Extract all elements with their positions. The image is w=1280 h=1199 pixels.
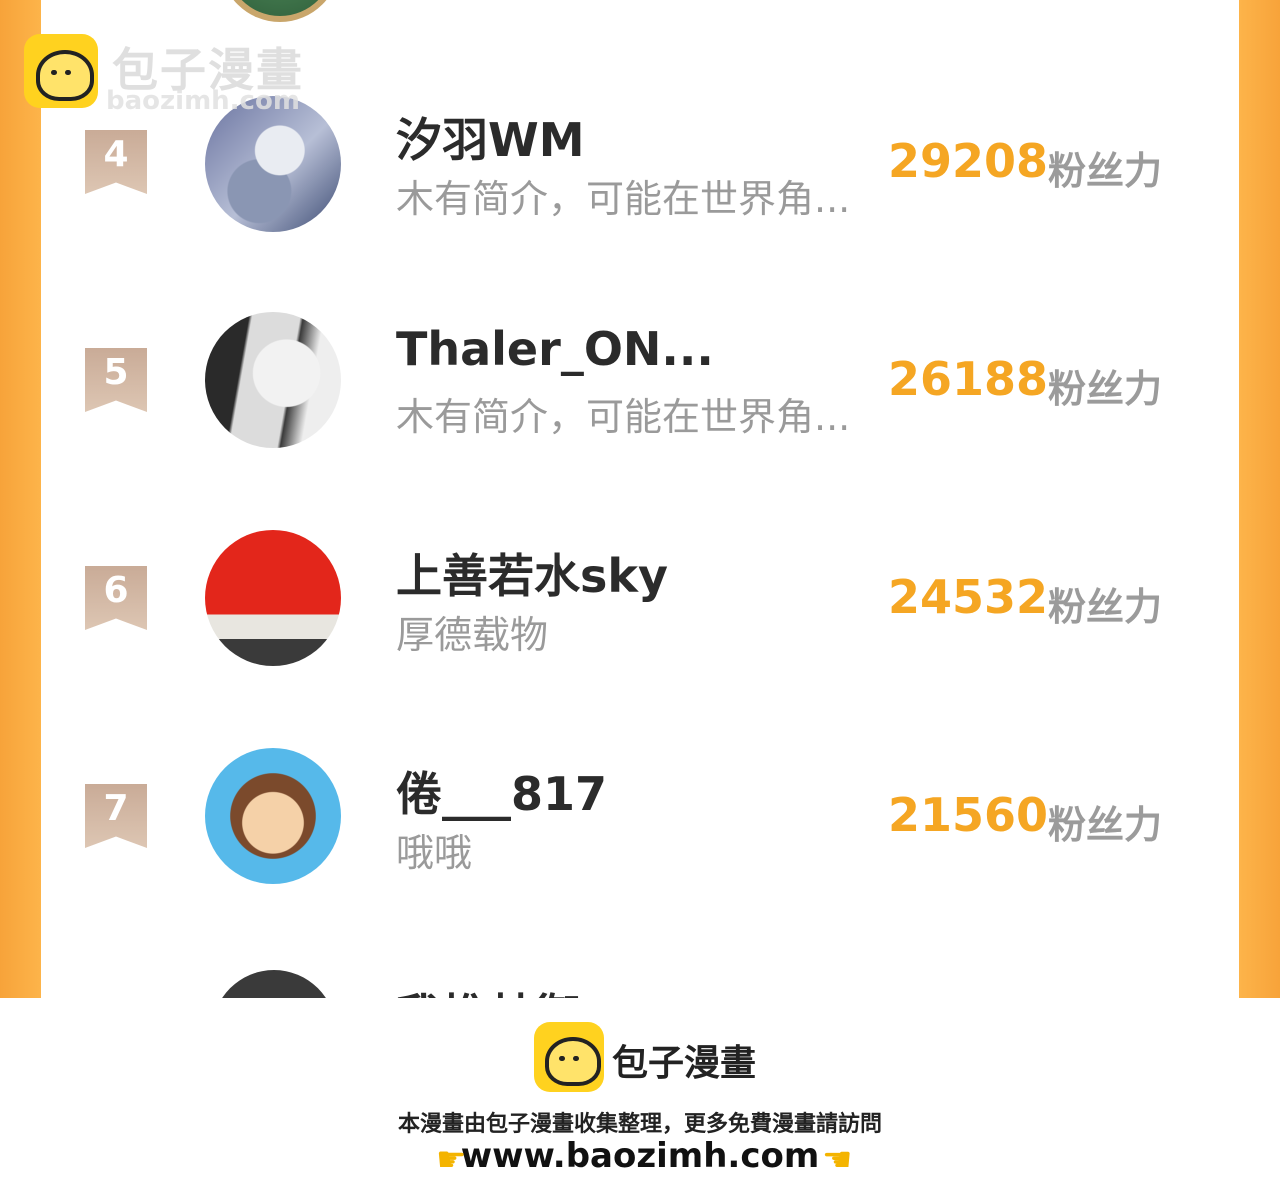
fan-score-unit: 粉丝力 bbox=[1048, 585, 1163, 629]
fan-score-unit: 粉丝力 bbox=[1048, 149, 1163, 193]
user-avatar[interactable] bbox=[205, 96, 341, 232]
pointing-left-hand-icon: ☚ bbox=[822, 1140, 853, 1180]
baozimh-watermark: 包子漫畫 baozimh.com bbox=[24, 34, 324, 116]
ranking-page: 4 汐羽WM 木有简介，可能在世界角... 29208 粉丝力 5 Thaler… bbox=[0, 0, 1280, 998]
rank-number: 7 bbox=[103, 788, 129, 829]
footer-url-row: www.baozimh.com ☛ ☚ bbox=[0, 1136, 1280, 1180]
user-name[interactable]: 上善若水sky bbox=[396, 540, 668, 606]
fan-score-unit: 粉丝力 bbox=[1048, 367, 1163, 411]
fan-score-unit: 粉丝力 bbox=[1048, 803, 1163, 847]
user-intro: 厚德载物 bbox=[396, 613, 549, 657]
user-avatar[interactable] bbox=[205, 748, 341, 884]
rank-number: 4 bbox=[103, 134, 129, 175]
ranking-row-7[interactable]: 7 倦___817 哦哦 21560 粉丝力 bbox=[0, 748, 1280, 888]
fan-score: 21560 bbox=[888, 788, 1049, 842]
rank-badge: 7 bbox=[85, 784, 147, 848]
rank-badge: 6 bbox=[85, 566, 147, 630]
footer-brand[interactable]: 包子漫畫 bbox=[612, 1034, 756, 1086]
fan-score: 29208 bbox=[888, 134, 1049, 188]
user-name[interactable]: 我推林御 bbox=[396, 980, 580, 998]
user-name[interactable]: Thaler_ON... bbox=[396, 322, 714, 376]
user-intro: 哦哦 bbox=[396, 831, 473, 875]
bun-logo-icon[interactable] bbox=[534, 1022, 604, 1092]
user-intro: 木有简介，可能在世界角... bbox=[396, 177, 851, 221]
user-name[interactable]: 倦___817 bbox=[396, 758, 607, 824]
rank-number: 5 bbox=[103, 352, 129, 393]
ranking-row-6[interactable]: 6 上善若水sky 厚德载物 24532 粉丝力 bbox=[0, 530, 1280, 670]
rank-badge: 5 bbox=[85, 348, 147, 412]
pointing-right-hand-icon: ☛ bbox=[436, 1140, 467, 1180]
footer-banner: 包子漫畫 本漫畫由包子漫畫收集整理，更多免費漫畫請訪問 www.baozimh.… bbox=[0, 998, 1280, 1199]
user-avatar[interactable] bbox=[212, 970, 336, 998]
ranking-row-8[interactable]: 我推林御 bbox=[0, 966, 1280, 998]
rank-number: 6 bbox=[103, 570, 129, 611]
bun-logo-icon bbox=[24, 34, 98, 108]
fan-score: 26188 bbox=[888, 352, 1049, 406]
fan-score: 24532 bbox=[888, 570, 1049, 624]
watermark-url: baozimh.com bbox=[106, 86, 300, 116]
user-avatar[interactable] bbox=[205, 312, 341, 448]
ranking-row-5[interactable]: 5 Thaler_ON... 木有简介，可能在世界角... 26188 粉丝力 bbox=[0, 312, 1280, 452]
footer-url-link[interactable]: www.baozimh.com bbox=[0, 1136, 1280, 1176]
rank-badge: 4 bbox=[85, 130, 147, 194]
ranking-row-4[interactable]: 4 汐羽WM 木有简介，可能在世界角... 29208 粉丝力 bbox=[0, 96, 1280, 236]
footer-note: 本漫畫由包子漫畫收集整理，更多免費漫畫請訪問 bbox=[397, 1112, 882, 1137]
user-name[interactable]: 汐羽WM bbox=[396, 104, 585, 170]
user-avatar[interactable] bbox=[205, 530, 341, 666]
user-intro: 木有简介，可能在世界角... bbox=[396, 395, 851, 439]
